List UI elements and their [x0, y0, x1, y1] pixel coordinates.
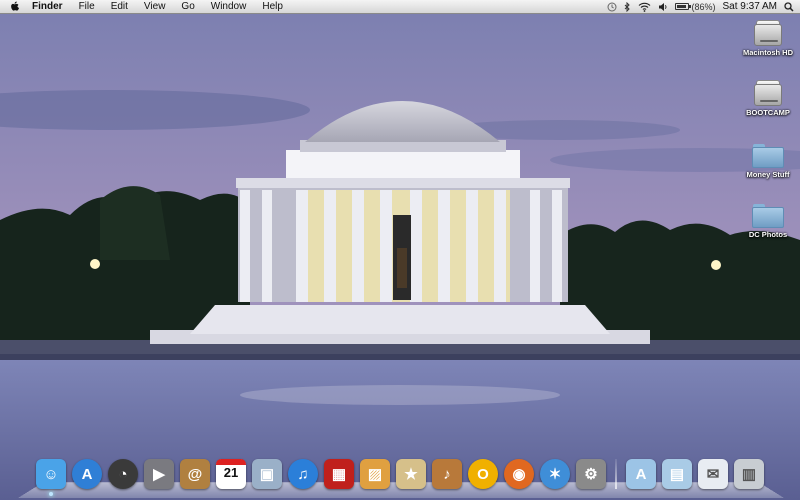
dock-item-trash[interactable]: ▥ [731, 456, 767, 492]
dock-item-ical[interactable]: 21 [213, 456, 249, 492]
garageband-icon: ♪ [432, 459, 462, 489]
dock-item-address-book[interactable]: @ [177, 456, 213, 492]
battery-percent: (86%) [691, 1, 716, 12]
dock-item-app-store[interactable]: A [69, 456, 105, 492]
safari-icon: ✶ [540, 459, 570, 489]
dock-item-safari[interactable]: ✶ [537, 456, 573, 492]
desktop-icon-label: DC Photos [748, 230, 788, 239]
mail-icon: ✉ [698, 459, 728, 489]
menu-finder[interactable]: Finder [26, 0, 71, 14]
dock-item-opera[interactable]: O [465, 456, 501, 492]
firefox-icon: ◉ [504, 459, 534, 489]
desktop-icon-label: BOOTCAMP [746, 108, 790, 117]
wifi-icon[interactable] [638, 0, 651, 14]
spotlight-search-icon[interactable] [784, 0, 794, 14]
apple-logo-icon[interactable] [4, 0, 26, 14]
bluetooth-icon[interactable] [624, 0, 631, 14]
system-preferences-icon: ⚙ [576, 459, 606, 489]
facetime-icon: ▶ [144, 459, 174, 489]
time-machine-icon[interactable] [607, 0, 617, 14]
dock-separator [615, 459, 617, 489]
desktop-icon-label: Macintosh HD [742, 48, 793, 57]
imovie-icon: ★ [396, 459, 426, 489]
volume-icon[interactable] [658, 0, 668, 14]
desktop-icon-bootcamp[interactable]: BOOTCAMP [736, 80, 800, 117]
ical-icon: 21 [216, 459, 246, 489]
dock-item-finder[interactable]: ☺ [33, 456, 69, 496]
app-store-icon: A [72, 459, 102, 489]
menu-bar: Finder File Edit View Go Window Help (86… [0, 0, 800, 14]
photo-booth-icon: ▦ [324, 459, 354, 489]
preview-icon: ▣ [252, 459, 282, 489]
dock-item-facetime[interactable]: ▶ [141, 456, 177, 492]
itunes-icon: ♫ [288, 459, 318, 489]
menu-window[interactable]: Window [203, 0, 255, 14]
menu-file[interactable]: File [71, 0, 103, 14]
menu-view[interactable]: View [136, 0, 174, 14]
dock-item-dashboard[interactable]: ◔ [105, 456, 141, 492]
trash-icon: ▥ [734, 459, 764, 489]
desktop-icon-money-stuff[interactable]: Money Stuff [736, 144, 800, 179]
desktop-icon-dc-photos[interactable]: DC Photos [736, 204, 800, 239]
desktop-icon-macintosh-hd[interactable]: Macintosh HD [736, 20, 800, 57]
ical-day-number: 21 [223, 465, 239, 480]
running-indicator [49, 492, 53, 496]
hard-drive-icon [754, 80, 782, 106]
folder-icon [752, 144, 784, 168]
iphoto-icon: ▨ [360, 459, 390, 489]
applications-folder-icon: A [626, 459, 656, 489]
hard-drive-icon [754, 20, 782, 46]
dock-item-garageband[interactable]: ♪ [429, 456, 465, 492]
battery-icon [674, 3, 691, 10]
dock-item-imovie[interactable]: ★ [393, 456, 429, 492]
address-book-icon: @ [180, 459, 210, 489]
wallpaper-image [0, 0, 800, 500]
dock-item-itunes[interactable]: ♫ [285, 456, 321, 492]
battery-indicator[interactable]: (86%) [674, 1, 716, 12]
finder-icon: ☺ [36, 459, 66, 489]
dock-item-firefox[interactable]: ◉ [501, 456, 537, 492]
dock-item-preview[interactable]: ▣ [249, 456, 285, 492]
dock-item-system-preferences[interactable]: ⚙ [573, 456, 609, 492]
desktop-wallpaper [0, 0, 800, 500]
menu-go[interactable]: Go [173, 0, 202, 14]
menu-help[interactable]: Help [254, 0, 291, 14]
battery-level-fill [676, 5, 686, 8]
dock: ☺ A ◔ ▶ @21 ▣ ♫ ▦ ▨ ★ ♪ O ◉ ✶ ⚙ A ▤ ✉ ▥ [33, 452, 767, 496]
dock-item-photo-booth[interactable]: ▦ [321, 456, 357, 492]
dock-item-applications-folder[interactable]: A [623, 456, 659, 492]
dock-item-iphoto[interactable]: ▨ [357, 456, 393, 492]
folder-icon [752, 204, 784, 228]
dock-item-documents-folder[interactable]: ▤ [659, 456, 695, 492]
documents-folder-icon: ▤ [662, 459, 692, 489]
opera-icon: O [468, 459, 498, 489]
menu-edit[interactable]: Edit [103, 0, 136, 14]
dashboard-icon: ◔ [108, 459, 138, 489]
desktop-icon-label: Money Stuff [746, 170, 790, 179]
dock-item-mail[interactable]: ✉ [695, 456, 731, 492]
menubar-clock[interactable]: Sat 9:37 AM [723, 1, 777, 12]
